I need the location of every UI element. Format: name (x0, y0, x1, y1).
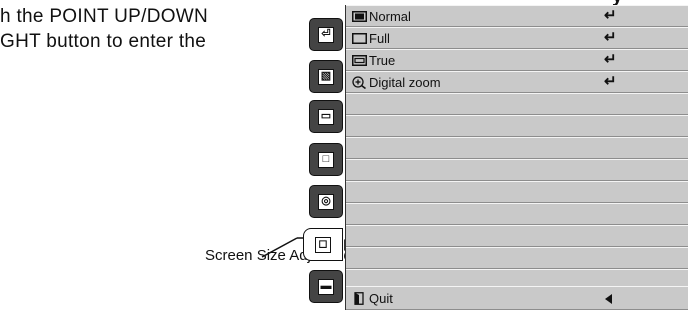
tab-computer[interactable]: ▭ (309, 100, 343, 133)
quit-icon (354, 292, 364, 305)
menu-item-digital-zoom[interactable]: Digital zoom ↵ (346, 71, 688, 93)
digital-zoom-icon (352, 76, 366, 89)
tab-image[interactable]: □ (309, 143, 343, 176)
image-tab-icon: □ (318, 151, 334, 168)
menu-item-normal[interactable]: Normal ↵ (346, 5, 688, 27)
true-screen-icon (352, 55, 367, 66)
menu-item-full[interactable]: Full ↵ (346, 27, 688, 49)
tab-color[interactable]: ◎ (309, 185, 343, 218)
menu-row-empty (346, 225, 688, 247)
full-screen-icon (352, 33, 367, 44)
instruction-line-2: GHT button to enter the (0, 31, 207, 52)
tab-picture[interactable]: ▧ (309, 60, 343, 93)
screen-size-menu: Normal ↵ Full ↵ True ↵ Digital zoom ↵ Qu… (345, 5, 688, 310)
enter-icon: ↵ (604, 51, 617, 68)
picture-tab-icon: ▧ (318, 68, 334, 85)
color-tab-icon: ◎ (318, 193, 334, 210)
menu-row-empty (346, 159, 688, 181)
menu-item-label: Digital zoom (369, 75, 441, 90)
instruction-line-1: h the POINT UP/DOWN (0, 6, 209, 27)
menu-row-empty (346, 93, 688, 115)
menu-item-label: Full (369, 31, 390, 46)
computer-tab-icon: ▭ (318, 108, 334, 125)
enter-icon: ↵ (604, 29, 617, 46)
menu-item-true[interactable]: True ↵ (346, 49, 688, 71)
menu-row-empty (346, 181, 688, 203)
menu-item-quit[interactable]: Quit (346, 286, 688, 310)
tab-screen-size[interactable]: ◻ (303, 228, 351, 261)
menu-row-empty (346, 203, 688, 225)
menu-row-empty (346, 247, 688, 269)
back-arrow-icon (605, 294, 612, 304)
enter-icon: ↵ (604, 73, 617, 90)
screen-size-tab-icon: ◻ (315, 236, 331, 253)
input-tab-icon: ⏎ (318, 26, 334, 43)
menu-item-label: True (369, 53, 396, 68)
enter-icon: ↵ (604, 7, 617, 24)
menu-row-empty (346, 115, 688, 137)
tab-input[interactable]: ⏎ (309, 18, 343, 51)
setting-tab-icon: ▬ (318, 278, 334, 295)
menu-row-empty (346, 137, 688, 159)
menu-tab-strip: ⏎ ▧ ▭ □ ◎ ◻ ▬ (303, 0, 351, 310)
menu-item-label: Quit (369, 291, 393, 306)
normal-screen-icon (352, 11, 367, 22)
tab-setting[interactable]: ▬ (309, 270, 343, 303)
menu-item-label: Normal (369, 9, 411, 24)
